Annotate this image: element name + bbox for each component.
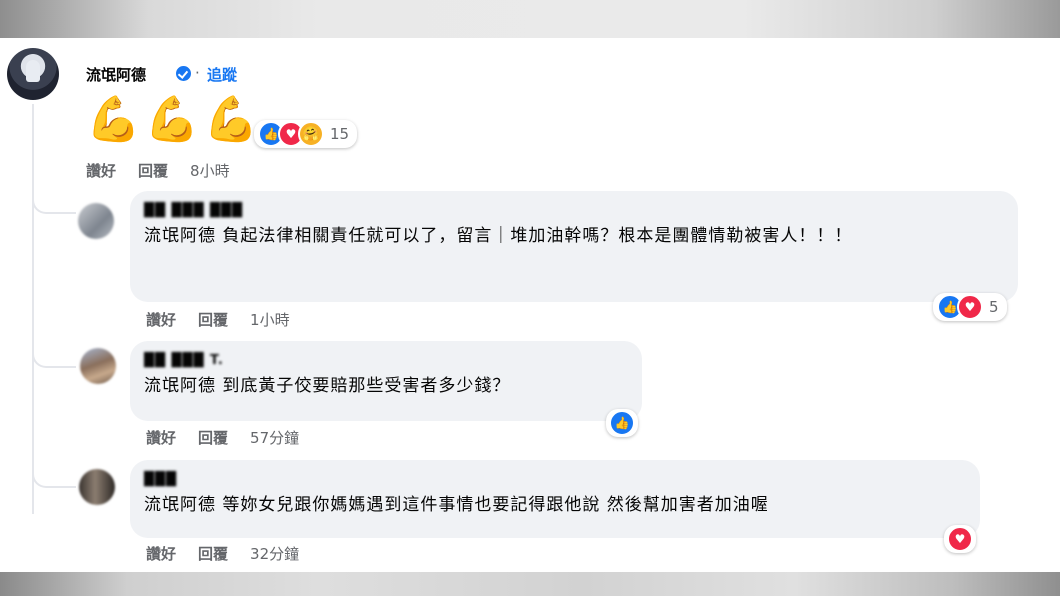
- bottom-blur-band: [0, 572, 1060, 596]
- thread-line: [32, 104, 34, 514]
- comment-text: 流氓阿德 等妳女兒跟你媽媽遇到這件事情也要記得跟他說 然後幫加害者加油喔: [144, 495, 769, 515]
- like-icon: 👍: [609, 410, 635, 436]
- like-button[interactable]: 讚好: [86, 160, 116, 181]
- reply-button[interactable]: 回覆: [198, 543, 228, 564]
- reply-button[interactable]: 回覆: [198, 309, 228, 330]
- follow-link[interactable]: 追蹤: [207, 64, 237, 85]
- comment-bubble: ██ ███ ███ 流氓阿德 負起法律相關責任就可以了，留言｜堆加油幹嗎？根本…: [130, 191, 1018, 302]
- love-icon: ♥: [947, 526, 973, 552]
- reply-button[interactable]: 回覆: [198, 427, 228, 448]
- like-button[interactable]: 讚好: [146, 309, 176, 330]
- commenter-name[interactable]: ██ ███ ███: [144, 203, 1004, 218]
- verified-badge-icon: [176, 66, 191, 81]
- commenter-name[interactable]: ██ ███ T.: [144, 353, 628, 368]
- thread-branch: [32, 350, 76, 368]
- comment-bubble: ███ 流氓阿德 等妳女兒跟你媽媽遇到這件事情也要記得跟他說 然後幫加害者加油喔: [130, 460, 980, 538]
- author-avatar[interactable]: [7, 48, 59, 100]
- comment-text: 流氓阿德 到底黃子佼要賠那些受害者多少錢？: [144, 376, 511, 396]
- timestamp[interactable]: 1小時: [250, 309, 290, 330]
- reaction-count: 15: [330, 125, 350, 143]
- reaction-count: 5: [989, 298, 999, 316]
- post-author-name[interactable]: 流氓阿德: [86, 64, 146, 85]
- commenter-avatar[interactable]: [78, 203, 114, 239]
- post-reactions[interactable]: 👍 ♥ 🤗 15: [254, 120, 358, 148]
- post-body-emoji: 💪💪💪: [86, 94, 263, 145]
- love-icon: ♥: [957, 294, 983, 320]
- care-icon: 🤗: [298, 121, 324, 147]
- top-blur-band: [0, 0, 1060, 38]
- comment-actions: 讚好 回覆 57分鐘: [146, 427, 321, 448]
- separator: ·: [195, 64, 200, 82]
- reply-button[interactable]: 回覆: [138, 160, 168, 181]
- commenter-avatar[interactable]: [80, 348, 116, 384]
- comment-actions: 讚好 回覆 1小時: [146, 309, 312, 330]
- comment-reactions[interactable]: ♥: [944, 525, 976, 553]
- thread-branch: [32, 470, 76, 488]
- post-actions: 讚好 回覆 8小時: [86, 160, 252, 181]
- commenter-name[interactable]: ███: [144, 472, 966, 487]
- timestamp[interactable]: 32分鐘: [250, 543, 299, 564]
- comment-bubble: ██ ███ T. 流氓阿德 到底黃子佼要賠那些受害者多少錢？: [130, 341, 642, 421]
- comment-actions: 讚好 回覆 32分鐘: [146, 543, 321, 564]
- comment-reactions[interactable]: 👍 ♥ 5: [933, 293, 1007, 321]
- comment-text: 流氓阿德 負起法律相關責任就可以了，留言｜堆加油幹嗎？根本是團體情勒被害人！！！: [144, 226, 853, 246]
- timestamp[interactable]: 57分鐘: [250, 427, 299, 448]
- commenter-avatar[interactable]: [79, 469, 115, 505]
- comment-reactions[interactable]: 👍: [606, 409, 638, 437]
- timestamp[interactable]: 8小時: [190, 160, 230, 181]
- like-button[interactable]: 讚好: [146, 427, 176, 448]
- like-button[interactable]: 讚好: [146, 543, 176, 564]
- thread-branch: [32, 196, 76, 214]
